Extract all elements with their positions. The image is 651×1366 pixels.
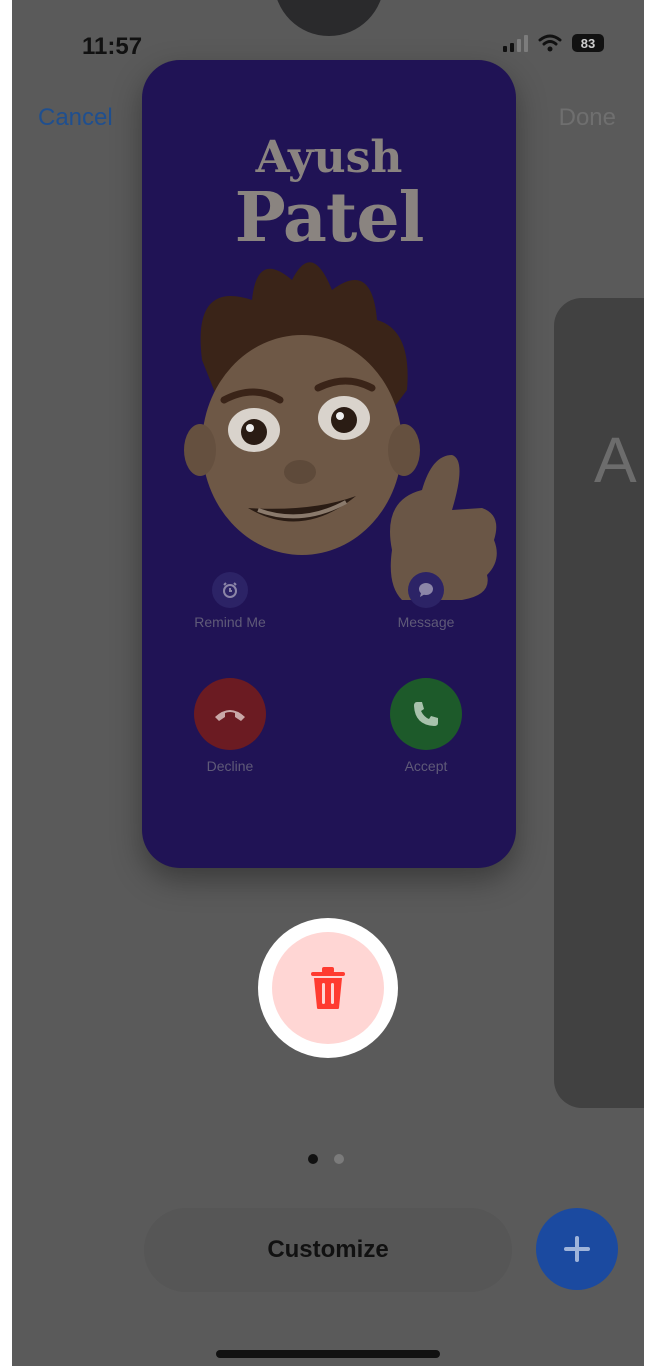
alarm-icon <box>212 572 248 608</box>
add-poster-button[interactable] <box>536 1208 618 1290</box>
decline-action[interactable]: Decline <box>180 678 280 774</box>
wifi-icon <box>538 34 562 52</box>
decline-label: Decline <box>206 758 254 774</box>
contact-poster-preview[interactable]: Ayush Patel Remind Me Message Decline Ac… <box>142 60 516 868</box>
page-dot-2[interactable] <box>334 1154 344 1164</box>
cancel-button[interactable]: Cancel <box>38 104 113 132</box>
battery-icon: 83 <box>572 34 604 52</box>
delete-poster-button[interactable] <box>258 918 398 1058</box>
contact-poster-editor: 11:57 83 Cancel Done A Ayush Patel Remin… <box>12 0 644 1366</box>
dynamic-island <box>274 0 384 36</box>
plus-icon <box>564 1236 590 1262</box>
remind-me-label: Remind Me <box>194 614 266 630</box>
next-poster-initial: A <box>594 424 637 496</box>
memoji-image <box>184 262 497 600</box>
customize-button[interactable]: Customize <box>144 1208 512 1292</box>
page-indicator[interactable] <box>308 1154 344 1164</box>
message-action[interactable]: Message <box>376 572 476 630</box>
signal-icon <box>503 34 528 52</box>
battery-level: 83 <box>580 35 596 51</box>
page-dot-1[interactable] <box>308 1154 318 1164</box>
poster-first-name: Ayush <box>255 132 403 183</box>
phone-down-icon <box>194 678 266 750</box>
next-poster-card[interactable]: A <box>554 298 644 1108</box>
memoji-face <box>202 335 402 555</box>
status-icons: 83 <box>503 34 604 52</box>
trash-icon <box>272 932 384 1044</box>
status-time: 11:57 <box>82 33 143 60</box>
message-label: Message <box>397 614 455 630</box>
accept-label: Accept <box>404 758 448 774</box>
done-button[interactable]: Done <box>559 104 616 132</box>
message-bubble-icon <box>408 572 444 608</box>
accept-action[interactable]: Accept <box>376 678 476 774</box>
home-indicator[interactable] <box>216 1350 440 1358</box>
remind-me-action[interactable]: Remind Me <box>180 572 280 630</box>
phone-icon <box>390 678 462 750</box>
